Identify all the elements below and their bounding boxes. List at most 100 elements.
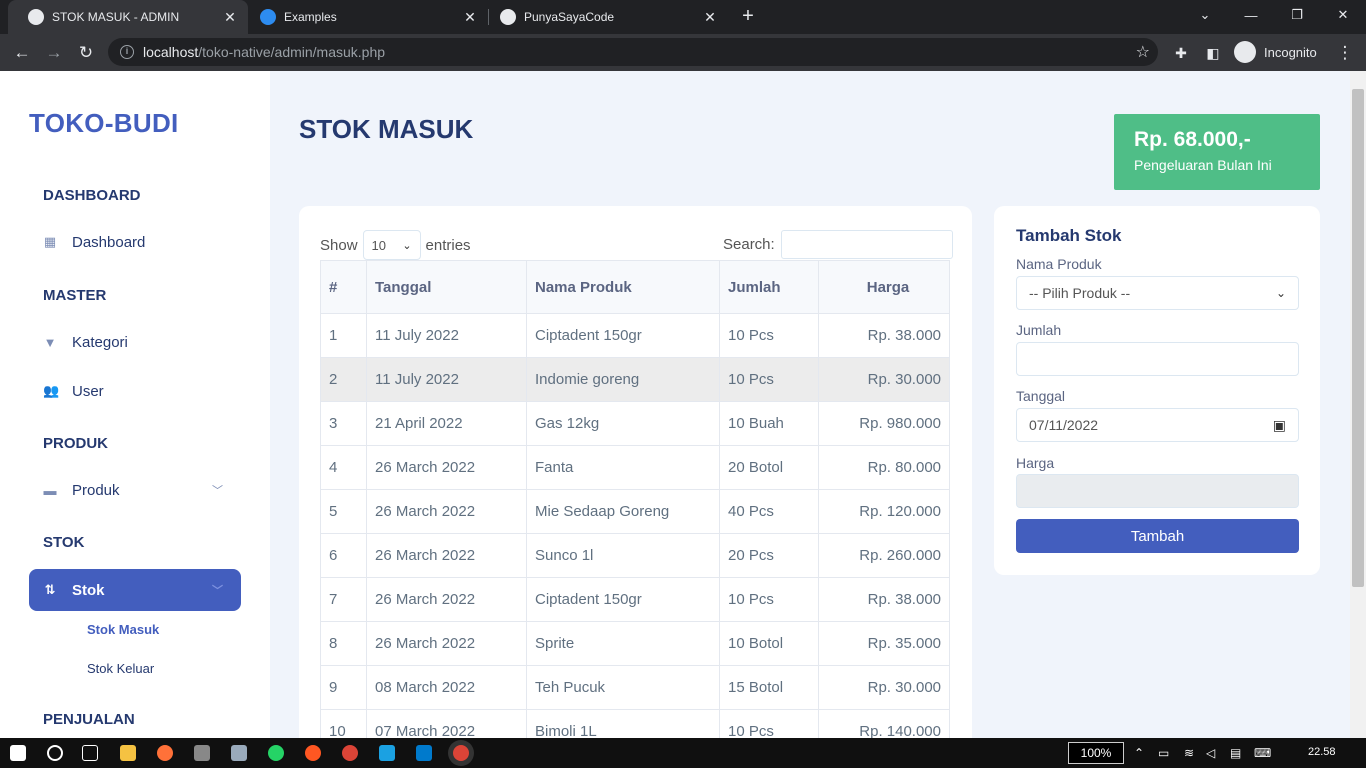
table-row[interactable]: 9 08 March 2022 Teh Pucuk 15 Botol Rp. 30.00… <box>320 665 950 710</box>
side-panel-icon[interactable]: ◧ <box>1200 40 1226 66</box>
table-row[interactable]: 3 21 April 2022 Gas 12kg 10 Buah Rp. 980.000 <box>320 401 950 446</box>
jumlah-input[interactable] <box>1016 342 1299 376</box>
submenu-item-stok-masuk[interactable]: Stok Masuk <box>87 622 159 637</box>
chrome-icon[interactable] <box>342 745 358 761</box>
app-icon[interactable] <box>231 745 247 761</box>
tambah-button[interactable]: Tambah <box>1016 519 1299 553</box>
wifi-icon[interactable]: ≋ <box>1184 746 1194 760</box>
close-window-icon[interactable]: ✕ <box>1320 0 1366 30</box>
windows-start-icon[interactable] <box>10 745 26 761</box>
vscode-icon[interactable] <box>416 745 432 761</box>
cell-produk: Sprite <box>526 621 720 666</box>
sidebar-item-kategori[interactable]: ▼ Kategori <box>29 321 241 363</box>
produk-select[interactable]: -- Pilih Produk -- ⌄ <box>1016 276 1299 310</box>
table-row[interactable]: 6 26 March 2022 Sunco 1l 20 Pcs Rp. 260.000 <box>320 533 950 578</box>
keyboard-icon[interactable]: ⌨ <box>1254 746 1271 760</box>
sidebar-item-user[interactable]: 👥 User <box>29 370 241 412</box>
grid-icon: ▦ <box>43 234 57 249</box>
col-harga[interactable]: Harga <box>818 260 950 314</box>
cell-produk: Gas 12kg <box>526 401 720 446</box>
cell-harga: Rp. 38.000 <box>818 313 950 358</box>
scrollbar-thumb[interactable] <box>1352 89 1364 587</box>
extensions-icon[interactable]: ✚ <box>1168 40 1194 66</box>
info-icon[interactable]: i <box>120 45 134 59</box>
search-input[interactable] <box>780 230 953 259</box>
close-tab-icon[interactable]: ✕ <box>220 9 240 26</box>
cell-no: 6 <box>320 533 367 578</box>
sidebar-item-produk[interactable]: ▬ Produk ﹀ <box>29 469 241 511</box>
tab-punyasayacode[interactable]: PunyaSayaCode ✕ <box>480 0 728 34</box>
whatsapp-icon[interactable] <box>268 745 284 761</box>
tab-stok-masuk[interactable]: STOK MASUK - ADMIN ✕ <box>8 0 248 34</box>
restore-icon[interactable]: ❐ <box>1274 0 1320 30</box>
cell-harga: Rp. 980.000 <box>818 401 950 446</box>
table-row[interactable]: 7 26 March 2022 Ciptadent 150gr 10 Pcs Rp. 3… <box>320 577 950 622</box>
table-row[interactable]: 5 26 March 2022 Mie Sedaap Goreng 40 Pcs Rp.… <box>320 489 950 534</box>
sidebar-item-stok[interactable]: ⇅ Stok ﹀ <box>29 569 241 611</box>
stock-in-table: # Tanggal Nama Produk Jumlah Harga 1 11 J… <box>320 260 950 738</box>
calendar-icon[interactable]: ▣ <box>1273 417 1286 434</box>
menu-section-master: MASTER <box>43 287 107 304</box>
cell-harga: Rp. 30.000 <box>818 665 950 710</box>
close-tab-icon[interactable]: ✕ <box>700 9 720 26</box>
new-tab-icon[interactable]: + <box>737 5 759 27</box>
cell-tanggal: 11 July 2022 <box>366 357 527 402</box>
forward-icon[interactable]: → <box>41 40 67 66</box>
postman-icon[interactable] <box>305 745 321 761</box>
col-produk[interactable]: Nama Produk <box>526 260 720 314</box>
col-jumlah[interactable]: Jumlah <box>719 260 819 314</box>
clock[interactable]: 22.58 <box>1308 746 1336 758</box>
produk-label: Nama Produk <box>1016 256 1102 272</box>
col-tanggal[interactable]: Tanggal <box>366 260 527 314</box>
zoom-level[interactable]: 100% <box>1068 742 1124 764</box>
table-row[interactable]: 10 07 March 2022 Bimoli 1L 10 Pcs Rp. 140.00… <box>320 709 950 738</box>
cell-harga: Rp. 30.000 <box>818 357 950 402</box>
tab-examples[interactable]: Examples ✕ <box>240 0 488 34</box>
tanggal-input[interactable]: 07/11/2022 ▣ <box>1016 408 1299 442</box>
menu-section-penjualan: PENJUALAN <box>43 711 135 728</box>
app-icon[interactable] <box>379 745 395 761</box>
bookmark-star-icon[interactable]: ☆ <box>1136 42 1150 62</box>
close-tab-icon[interactable]: ✕ <box>460 9 480 26</box>
notification-icon[interactable]: ▤ <box>1230 746 1241 760</box>
page-scrollbar[interactable] <box>1350 71 1366 738</box>
tab-search-icon[interactable]: ⌄ <box>1182 0 1228 30</box>
menu-kebab-icon[interactable]: ⋮ <box>1332 40 1358 66</box>
sidebar-item-dashboard[interactable]: ▦ Dashboard <box>29 221 241 263</box>
task-view-icon[interactable] <box>82 745 98 761</box>
firefox-icon[interactable] <box>157 745 173 761</box>
chrome-active-icon[interactable] <box>453 745 469 761</box>
search-icon[interactable] <box>47 745 63 761</box>
cell-no: 10 <box>320 709 367 738</box>
show-label: Show <box>320 236 358 254</box>
windows-taskbar: 100% ⌃ ▭ ≋ ◁ ▤ ⌨ 22.58 <box>0 738 1366 768</box>
expense-label: Pengeluaran Bulan Ini <box>1134 157 1272 173</box>
produk-select-value: -- Pilih Produk -- <box>1029 285 1131 301</box>
table-row[interactable]: 4 26 March 2022 Fanta 20 Botol Rp. 80.000 <box>320 445 950 490</box>
cell-produk: Indomie goreng <box>526 357 720 402</box>
col-no[interactable]: # <box>320 260 367 314</box>
page-viewport: TOKO-BUDI DASHBOARD ▦ Dashboard MASTER ▼… <box>0 71 1366 738</box>
table-row[interactable]: 8 26 March 2022 Sprite 10 Botol Rp. 35.000 <box>320 621 950 666</box>
chevron-up-icon[interactable]: ⌃ <box>1134 746 1144 760</box>
table-row[interactable]: 1 11 July 2022 Ciptadent 150gr 10 Pcs Rp. 38… <box>320 313 950 358</box>
reload-icon[interactable]: ↻ <box>73 40 99 66</box>
address-bar[interactable]: i localhost/toko-native/admin/masuk.php … <box>108 38 1158 66</box>
entries-select[interactable]: 10 ⌄ <box>362 230 421 260</box>
app-icon[interactable] <box>194 745 210 761</box>
submenu-item-stok-keluar[interactable]: Stok Keluar <box>87 661 154 676</box>
back-icon[interactable]: ← <box>9 40 35 66</box>
table-card: Show 10 ⌄ entries Search: # Tanggal Nama… <box>299 206 972 738</box>
battery-icon[interactable]: ▭ <box>1158 746 1169 760</box>
cell-jumlah: 40 Pcs <box>719 489 819 534</box>
volume-icon[interactable]: ◁ <box>1206 746 1215 760</box>
table-row[interactable]: 2 11 July 2022 Indomie goreng 10 Pcs Rp. 30.… <box>320 357 950 402</box>
url-host: localhost <box>143 44 199 60</box>
incognito-indicator[interactable]: Incognito <box>1234 41 1317 63</box>
sidebar-item-label: Stok <box>72 581 105 599</box>
file-explorer-icon[interactable] <box>120 745 136 761</box>
cell-no: 4 <box>320 445 367 490</box>
minimize-icon[interactable]: — <box>1228 0 1274 30</box>
brand-logo[interactable]: TOKO-BUDI <box>29 108 179 139</box>
cell-tanggal: 21 April 2022 <box>366 401 527 446</box>
